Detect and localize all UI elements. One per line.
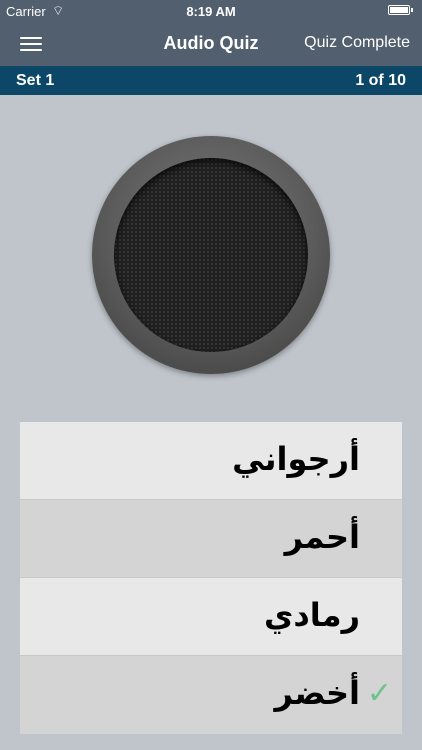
speaker-grill [114,158,308,352]
answer-text: أخضر [274,674,360,712]
set-label: Set 1 [16,72,55,89]
answer-option-2[interactable]: أحمر [20,500,402,578]
checkmark-icon: ✓ [366,676,392,711]
status-bar: Carrier ⌔ 8:19 AM [0,0,422,22]
answer-text: أرجواني [232,440,360,478]
menu-icon[interactable] [20,35,44,53]
answer-option-1[interactable]: أرجواني [20,422,402,500]
question-progress: 1 of 10 [355,72,406,89]
play-audio-speaker-button[interactable] [92,136,330,374]
answer-text: رمادي [264,596,360,634]
answer-text: أحمر [284,518,360,556]
answer-list: أرجواني أحمر رمادي أخضر ✓ [20,422,402,734]
quiz-complete-button[interactable]: Quiz Complete [304,34,410,52]
answer-option-4[interactable]: أخضر ✓ [20,656,402,734]
status-time: 8:19 AM [186,4,236,19]
set-progress-bar: Set 1 1 of 10 [0,66,422,95]
battery-icon [388,5,413,15]
answer-option-3[interactable]: رمادي [20,578,402,656]
navigation-bar: Audio Quiz Quiz Complete [0,22,422,66]
